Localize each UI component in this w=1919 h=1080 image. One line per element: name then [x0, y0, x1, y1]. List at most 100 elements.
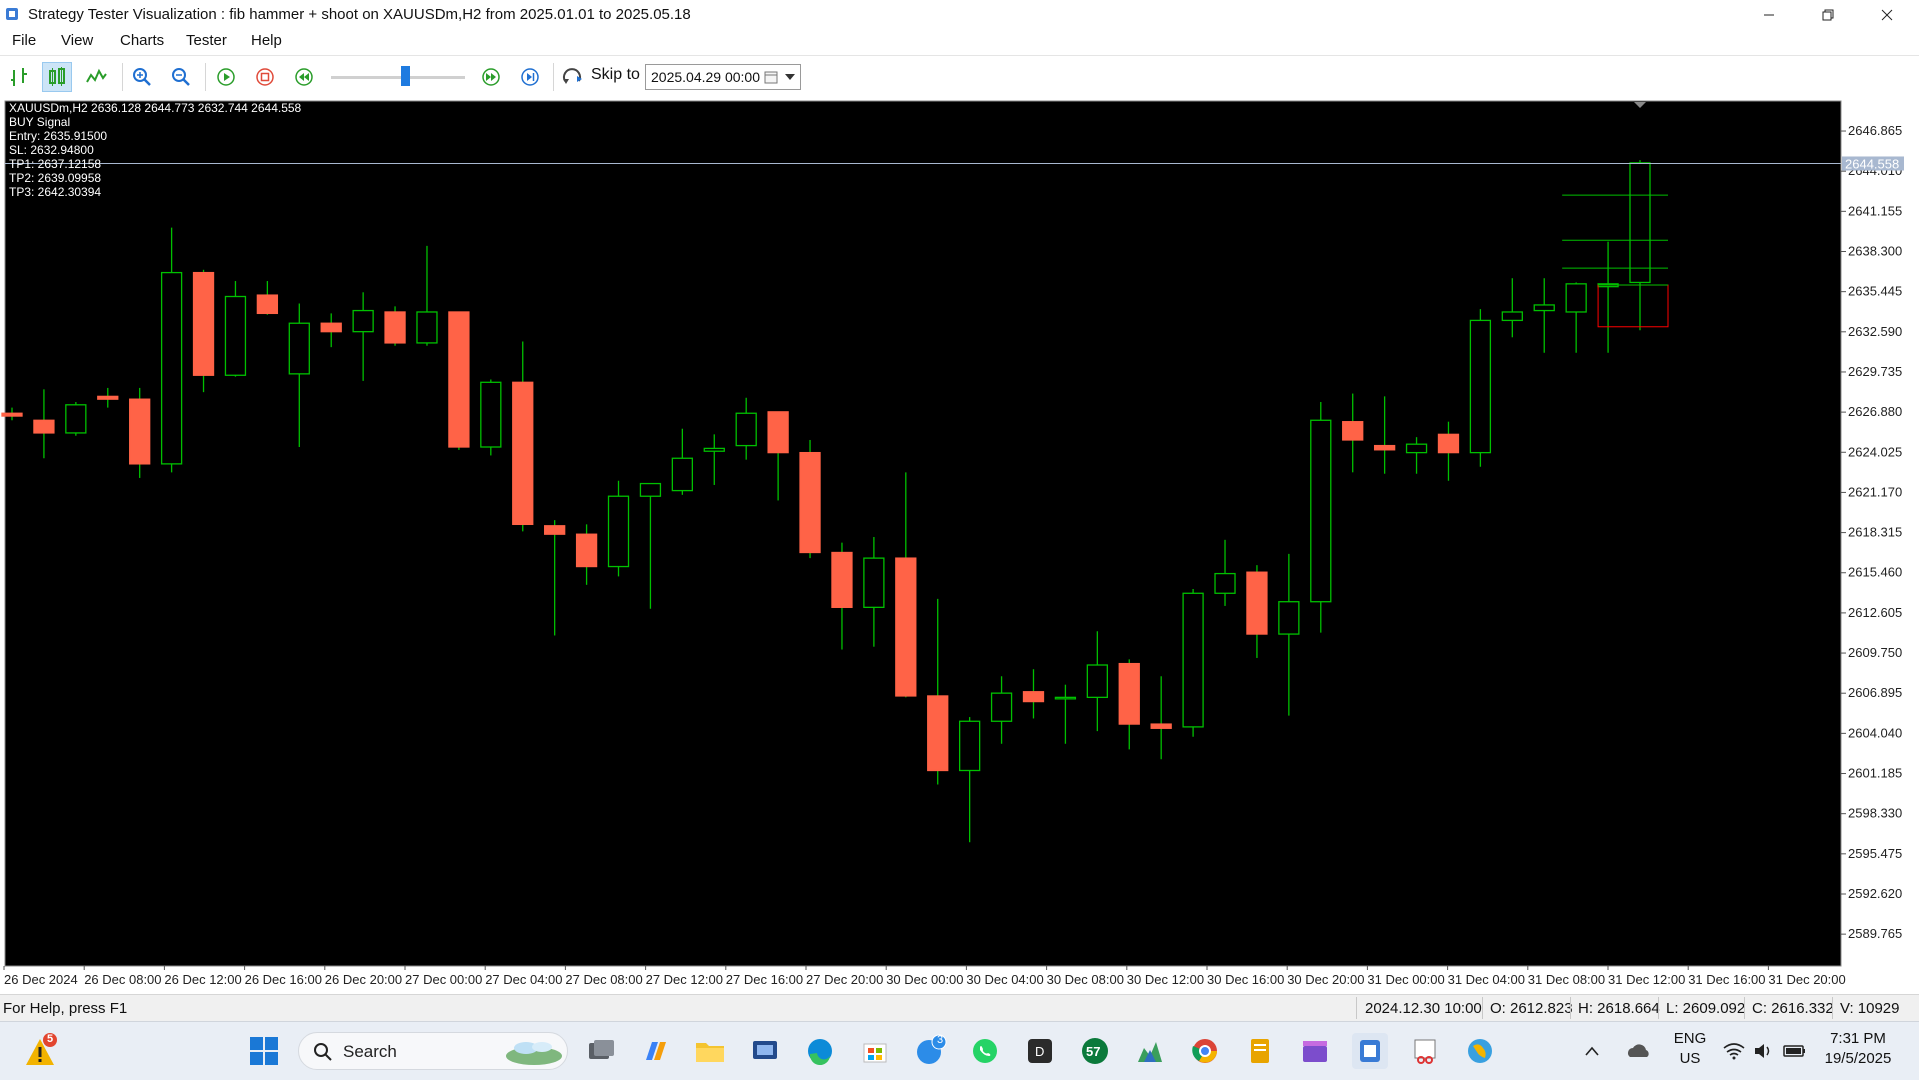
taskbar: 5 Search 3 D 57 ENG US 7:31 PM 19/5/2025: [0, 1021, 1919, 1080]
restore-button[interactable]: [1799, 0, 1857, 29]
weather-badge: 5: [47, 1033, 54, 1045]
region-code[interactable]: US: [1670, 1050, 1710, 1067]
metatrader-button[interactable]: [1132, 1033, 1168, 1069]
candle-body-bull: [1054, 696, 1077, 700]
chevron-down-icon[interactable]: [785, 74, 795, 80]
candle-body-bull: [671, 457, 694, 492]
candle-body-bull: [863, 557, 885, 608]
y-axis-label: 2635.445: [1848, 284, 1902, 299]
help-hint: For Help, press F1: [3, 1000, 128, 1017]
x-axis-label: 27 Dec 16:00: [726, 972, 803, 987]
restore-icon: [1822, 9, 1834, 20]
edge-button[interactable]: [802, 1033, 838, 1069]
clock-date[interactable]: 19/5/2025: [1818, 1050, 1898, 1067]
skip-to-button[interactable]: [558, 62, 588, 92]
battery-icon: [1783, 1045, 1805, 1057]
y-axis-label: 2618.315: [1848, 525, 1902, 540]
close-button[interactable]: [1858, 0, 1916, 29]
zoom-in-button[interactable]: [127, 62, 157, 92]
snipping-tool-icon: [1414, 1039, 1436, 1064]
y-axis-label: 2601.185: [1848, 766, 1902, 781]
x-axis-label: 30 Dec 12:00: [1127, 972, 1204, 987]
chart-area[interactable]: 2646.865 2644.010 2641.155 2638.300 2635.445…: [0, 98, 1919, 990]
search-icon: [314, 1043, 332, 1061]
toolbar: Skip to 2025.04.29 00:00: [0, 55, 1919, 98]
x-axis-label: 27 Dec 08:00: [565, 972, 642, 987]
play-icon: [217, 68, 235, 86]
clock-time[interactable]: 7:31 PM: [1818, 1030, 1898, 1047]
candle-body-bear: [799, 451, 821, 554]
candles-button[interactable]: [42, 62, 72, 92]
store-button[interactable]: [857, 1033, 893, 1069]
taskbar-search[interactable]: Search: [298, 1032, 568, 1070]
app-button-clapper[interactable]: [1297, 1033, 1333, 1069]
onedrive-icon: [1628, 1044, 1649, 1057]
strategy-tester-taskbar-button[interactable]: [1352, 1033, 1388, 1069]
candle-body-bull: [480, 381, 502, 448]
app-button-d[interactable]: D: [1022, 1033, 1058, 1069]
menu-charts[interactable]: Charts: [120, 32, 164, 49]
speed-slider-thumb[interactable]: [400, 66, 410, 86]
task-view-button[interactable]: [583, 1033, 619, 1069]
candle-body-bull: [1182, 592, 1204, 728]
stop-button[interactable]: [250, 62, 280, 92]
play-button[interactable]: [211, 62, 241, 92]
weather-widget[interactable]: 5: [22, 1033, 58, 1069]
messenger-button[interactable]: 3: [912, 1033, 948, 1069]
window-title: Strategy Tester Visualization : fib hamm…: [28, 6, 691, 23]
candle-body-bear: [256, 294, 279, 315]
onedrive-tray-button[interactable]: [1624, 1033, 1654, 1069]
svg-text:D: D: [1035, 1044, 1044, 1059]
status-low: L: 2609.092: [1666, 1000, 1746, 1017]
x-axis-label: 30 Dec 08:00: [1047, 972, 1124, 987]
candle-body-bull: [958, 720, 981, 772]
zoom-out-button[interactable]: [166, 62, 196, 92]
skip-to-label: Skip to: [591, 66, 640, 83]
menu-file[interactable]: File: [12, 32, 36, 49]
calendar-icon[interactable]: [764, 71, 778, 84]
copilot-button[interactable]: [637, 1033, 673, 1069]
x-axis-label: 31 Dec 04:00: [1448, 972, 1525, 987]
wifi-tray-button[interactable]: [1722, 1033, 1746, 1069]
app-button-notes[interactable]: [1242, 1033, 1278, 1069]
battery-tray-button[interactable]: [1782, 1033, 1808, 1069]
app-button-media[interactable]: [747, 1033, 783, 1069]
file-explorer-button[interactable]: [692, 1033, 728, 1069]
chrome-button[interactable]: [1187, 1033, 1223, 1069]
x-axis-label: 30 Dec 20:00: [1287, 972, 1364, 987]
skip-to-date-input[interactable]: 2025.04.29 00:00: [645, 64, 801, 90]
line-chart-icon: [86, 68, 107, 83]
x-axis-label: 26 Dec 08:00: [84, 972, 161, 987]
skip-end-button[interactable]: [515, 62, 545, 92]
x-axis-label: 31 Dec 00:00: [1367, 972, 1444, 987]
volume-tray-button[interactable]: [1752, 1033, 1776, 1069]
language-code[interactable]: ENG: [1670, 1030, 1710, 1047]
show-hidden-icons-button[interactable]: [1582, 1033, 1602, 1069]
minimize-button[interactable]: [1740, 0, 1798, 29]
line-chart-button[interactable]: [81, 62, 111, 92]
y-axis-label: 2629.735: [1848, 364, 1902, 379]
app-button-57[interactable]: 57: [1077, 1033, 1113, 1069]
status-open: O: 2612.823: [1490, 1000, 1573, 1017]
candle: [799, 439, 821, 559]
y-axis-label: 2638.300: [1848, 243, 1902, 258]
price-chart[interactable]: 2646.8652644.0102641.1552638.3002635.445…: [0, 98, 1919, 990]
candle-body-bear: [1022, 691, 1045, 703]
candle-body-bull: [65, 404, 87, 434]
fast-forward-button[interactable]: [476, 62, 506, 92]
candle-body-bull: [1278, 601, 1300, 635]
menu-tester[interactable]: Tester: [186, 32, 227, 49]
crosshair-button[interactable]: [4, 62, 34, 92]
start-button[interactable]: [246, 1033, 282, 1069]
snipping-tool-button[interactable]: [1407, 1033, 1443, 1069]
rewind-button[interactable]: [289, 62, 319, 92]
speed-slider-track[interactable]: [331, 76, 465, 79]
notes-app-icon: [1251, 1039, 1269, 1063]
whatsapp-button[interactable]: [967, 1033, 1003, 1069]
candle-body-bear: [767, 411, 789, 454]
menu-help[interactable]: Help: [251, 32, 282, 49]
crosshair-icon: [11, 68, 27, 86]
menu-view[interactable]: View: [61, 32, 93, 49]
app-button-globe[interactable]: [1462, 1033, 1498, 1069]
x-axis-label: 30 Dec 04:00: [966, 972, 1043, 987]
